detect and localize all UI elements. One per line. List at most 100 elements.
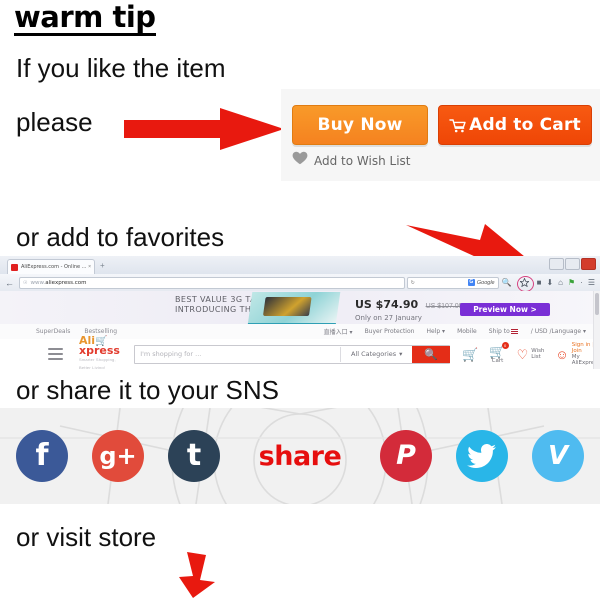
menu-dot-icon[interactable]: · <box>580 278 583 287</box>
red-down-arrow-icon <box>179 552 215 598</box>
hamburger-menu-icon[interactable]: ☰ <box>588 278 595 287</box>
subnav-item-ship-to[interactable]: Ship to <box>489 328 519 335</box>
preview-now-button[interactable]: Preview Now > <box>460 303 550 316</box>
browser-toolbar: ← ☉ www.aliexpress.com ↻ G Google 🔍 ■ ⬇ … <box>0 274 600 292</box>
twitter-icon <box>467 443 496 468</box>
text-line-favorites: or add to favorites <box>16 222 225 252</box>
add-to-cart-button[interactable]: Add to Cart <box>438 105 592 145</box>
url-text: www.aliexpress.com <box>30 280 86 286</box>
vimeo-icon: V <box>547 441 569 471</box>
googleplus-share-button[interactable]: g+ <box>92 430 144 482</box>
banner-line2-prefix: INTRODUCING THE <box>175 305 260 314</box>
subnav-right: 直播入口 ▾ Buyer Protection Help ▾ Mobile Sh… <box>324 327 586 336</box>
minimize-button[interactable] <box>549 258 564 270</box>
category-select[interactable]: All Categories ▾ <box>340 346 412 362</box>
page-title: warm tip <box>14 0 156 36</box>
text-line-like-item: If you like the item <box>16 53 226 83</box>
add-to-cart-label: Add to Cart <box>469 115 581 135</box>
bookmark-star-highlight[interactable] <box>516 275 534 292</box>
aliexpress-header: Ali🛒xpress Smarter Shopping, Better Livi… <box>0 335 600 369</box>
banner-price: US $74.90 <box>355 298 419 311</box>
subnav-item-live[interactable]: 直播入口 ▾ <box>324 327 353 336</box>
header-actions: 🛒 🛒 0 Cart ♡ Wish List ☺ Sign in | Join M… <box>462 341 600 366</box>
wish-list-label: Wish List <box>531 348 545 360</box>
us-flag-icon <box>510 329 518 334</box>
cart-badge: 0 <box>501 341 509 349</box>
logo-text: Ali🛒xpress <box>79 331 120 358</box>
browser-search-box[interactable]: ↻ G Google <box>406 276 499 289</box>
price-row: US $74.90 US $107.00 <box>355 295 463 313</box>
banner-price-block: US $74.90 US $107.00 Only on 27 January <box>355 295 463 322</box>
social-share-strip: f g+ t share P V <box>0 408 600 504</box>
window-controls[interactable] <box>549 258 596 270</box>
heart-outline-icon: ♡ <box>516 346 529 362</box>
banner-price-old: US $107.00 <box>425 303 463 310</box>
text-line-sns: or share it to your SNS <box>16 375 279 405</box>
pinterest-share-button[interactable]: P <box>380 430 432 482</box>
subnav-item-currency-language[interactable]: / USD /Language ▾ <box>531 328 586 335</box>
tumblr-icon: t <box>186 438 202 473</box>
googleplus-icon: g+ <box>99 442 137 470</box>
browser-tab[interactable]: AliExpress.com - Online ... × <box>7 259 95 274</box>
flag-icon[interactable]: ⚑ <box>568 278 575 287</box>
subnav-item-mobile[interactable]: Mobile <box>457 328 477 335</box>
banner-subtext: Only on 27 January <box>355 314 422 322</box>
browser-title-bar: AliExpress.com - Online ... × + <box>0 256 600 275</box>
site-search: I'm shopping for ... All Categories ▾ 🔍 <box>134 344 451 364</box>
home-icon[interactable]: ⌂ <box>558 278 563 287</box>
share-word-label: share <box>258 440 342 472</box>
pink-highlight-circle <box>516 275 534 292</box>
search-input[interactable]: I'm shopping for ... <box>135 347 340 362</box>
search-icon[interactable]: 🔍 <box>502 278 512 287</box>
promo-banner[interactable]: BEST VALUE 3G TABLET INTRODUCING THE COL… <box>0 291 600 325</box>
wish-list-label: Add to Wish List <box>314 153 411 168</box>
back-arrow-icon[interactable]: ← <box>5 278 14 288</box>
facebook-share-button[interactable]: f <box>16 430 68 482</box>
page-icon: ☉ <box>23 279 28 286</box>
close-icon[interactable]: × <box>88 264 91 270</box>
wish-list-action[interactable]: ♡ Wish List <box>517 348 545 361</box>
text-line-please: please <box>16 107 93 137</box>
screenshot-icon[interactable]: ■ <box>537 278 542 287</box>
sign-in-label[interactable]: Sign in | Join <box>572 342 594 354</box>
reload-icon[interactable]: ↻ <box>411 280 415 286</box>
aliexpress-logo[interactable]: Ali🛒xpress Smarter Shopping, Better Livi… <box>79 335 124 369</box>
social-buttons-row: f g+ t share P V <box>0 408 600 504</box>
warm-tip-infographic: warm tip If you like the item please or … <box>0 0 600 600</box>
twitter-share-button[interactable] <box>456 430 508 482</box>
url-prefix: www. <box>30 279 46 286</box>
vimeo-share-button[interactable]: V <box>532 430 584 482</box>
cart-outline-icon: 🛒 <box>462 346 479 362</box>
cart-outline-action[interactable]: 🛒 <box>462 348 478 361</box>
cart-action[interactable]: 🛒 0 Cart <box>489 341 509 364</box>
google-badge-icon: G <box>467 279 475 286</box>
pinterest-icon: P <box>396 440 416 471</box>
tablet-shape <box>262 297 312 316</box>
hamburger-menu-icon[interactable] <box>48 347 63 361</box>
add-to-wish-list-button[interactable]: Add to Wish List <box>292 151 411 170</box>
new-tab-button[interactable]: + <box>100 261 105 270</box>
subnav-item-buyer-protection[interactable]: Buyer Protection <box>365 328 415 335</box>
buy-now-button[interactable]: Buy Now <box>292 105 428 145</box>
aliexpress-favicon-icon <box>11 263 18 271</box>
purchase-panel: Buy Now Add to Cart Add to Wish List <box>281 89 600 181</box>
download-icon[interactable]: ⬇ <box>546 278 553 287</box>
heart-icon <box>292 151 308 170</box>
maximize-button[interactable] <box>565 258 580 270</box>
tablet-product-image <box>247 292 341 325</box>
subnav-item-help[interactable]: Help ▾ <box>426 328 445 335</box>
search-button[interactable]: 🔍 <box>412 345 451 363</box>
tab-title: AliExpress.com - Online ... <box>21 264 87 270</box>
scrollbar-thumb[interactable] <box>595 293 599 315</box>
search-engine-label: Google <box>476 279 495 286</box>
user-icon: ☺ <box>555 346 569 362</box>
cart-icon: 🛒 0 <box>489 341 509 358</box>
tumblr-share-button[interactable]: t <box>168 430 220 482</box>
text-line-visit-store: or visit store <box>16 522 157 552</box>
ship-to-label: Ship to <box>488 328 510 335</box>
url-domain: aliexpress.com <box>45 279 87 286</box>
close-window-button[interactable] <box>581 258 596 270</box>
buy-now-label: Buy Now <box>317 115 403 135</box>
address-bar[interactable]: ☉ www.aliexpress.com <box>19 276 405 289</box>
subnav-item-superdeals[interactable]: SuperDeals <box>36 328 70 335</box>
